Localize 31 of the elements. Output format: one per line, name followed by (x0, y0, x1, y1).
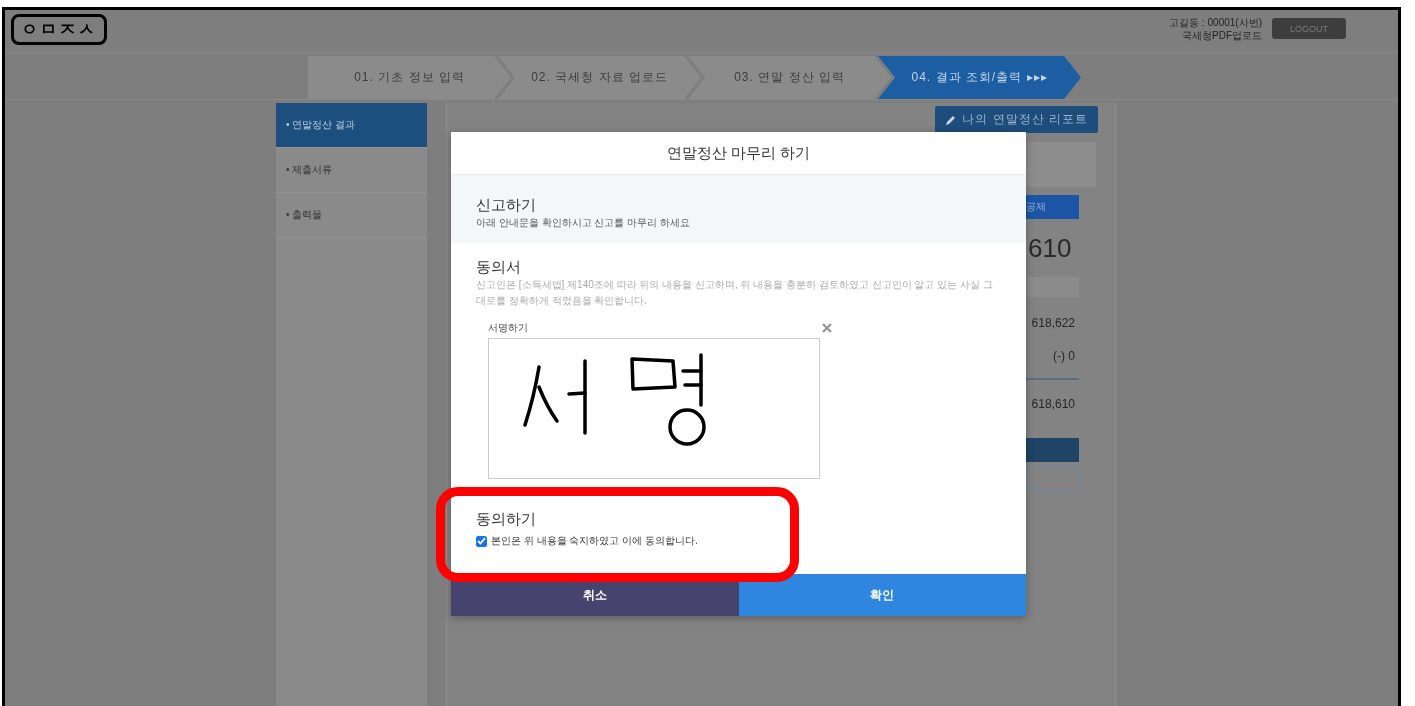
amount-value: (-) 0 (1052, 349, 1076, 363)
check-icon (477, 537, 486, 545)
logo[interactable]: ㅇㅁㅈㅅ (11, 14, 107, 45)
step-tab[interactable]: 01. 기초 정보 입력 (308, 56, 511, 99)
consent-text: 신고인은 [소득세법] 제140조에 따라 위의 내용을 신고하며, 위 내용을 충분히 검토하였고 신고인이 알고 있는 사실 그대로를 정확하게 적었음을 확인합니다. (476, 278, 994, 308)
summary-panel (1026, 142, 1096, 187)
section-heading: 동의서 (476, 257, 522, 277)
edit-icon (945, 113, 958, 126)
amount-text: 610 (1027, 233, 1073, 263)
summary-bar (1026, 277, 1079, 297)
step-tab[interactable]: 02. 국세청 자료 업로드 (498, 56, 701, 99)
step-tab[interactable]: 03. 연말 정산 입력 (688, 56, 891, 99)
checkbox-label: 본인은 위 내용을 숙지하였고 이에 동의합니다. (491, 534, 698, 548)
close-icon[interactable] (822, 323, 832, 333)
upload-link[interactable]: 국세청PDF업로드 (1169, 29, 1262, 42)
sidebar-item[interactable]: • 제출서류 (276, 148, 427, 193)
signature-pad[interactable] (488, 338, 820, 479)
deduction-tab[interactable]: 공제 (1026, 195, 1079, 219)
amount-value: 618,622 (1030, 316, 1076, 330)
section-heading: 동의하기 (476, 509, 537, 529)
confirm-button[interactable]: 확인 (738, 574, 1026, 616)
step-tab[interactable]: 04. 결과 조회/출력 ▸▸▸ (878, 56, 1081, 99)
section-heading: 신고하기 (476, 195, 537, 215)
checkbox[interactable] (476, 535, 487, 547)
section-text: 아래 안내문을 확인하시고 신고를 마무리 하세요 (476, 216, 691, 230)
user-info-text: 고길동 : 00001(사번) (1169, 16, 1262, 29)
report-button[interactable]: 나의 연말정산 리포트 (935, 106, 1098, 133)
total-value: 618,610 (1030, 397, 1076, 411)
sidebar-item[interactable]: • 출력물 (276, 193, 427, 238)
sidebar-item[interactable]: • 연말정산 결과 (276, 103, 427, 148)
signature-label: 서명하기 (488, 321, 528, 335)
